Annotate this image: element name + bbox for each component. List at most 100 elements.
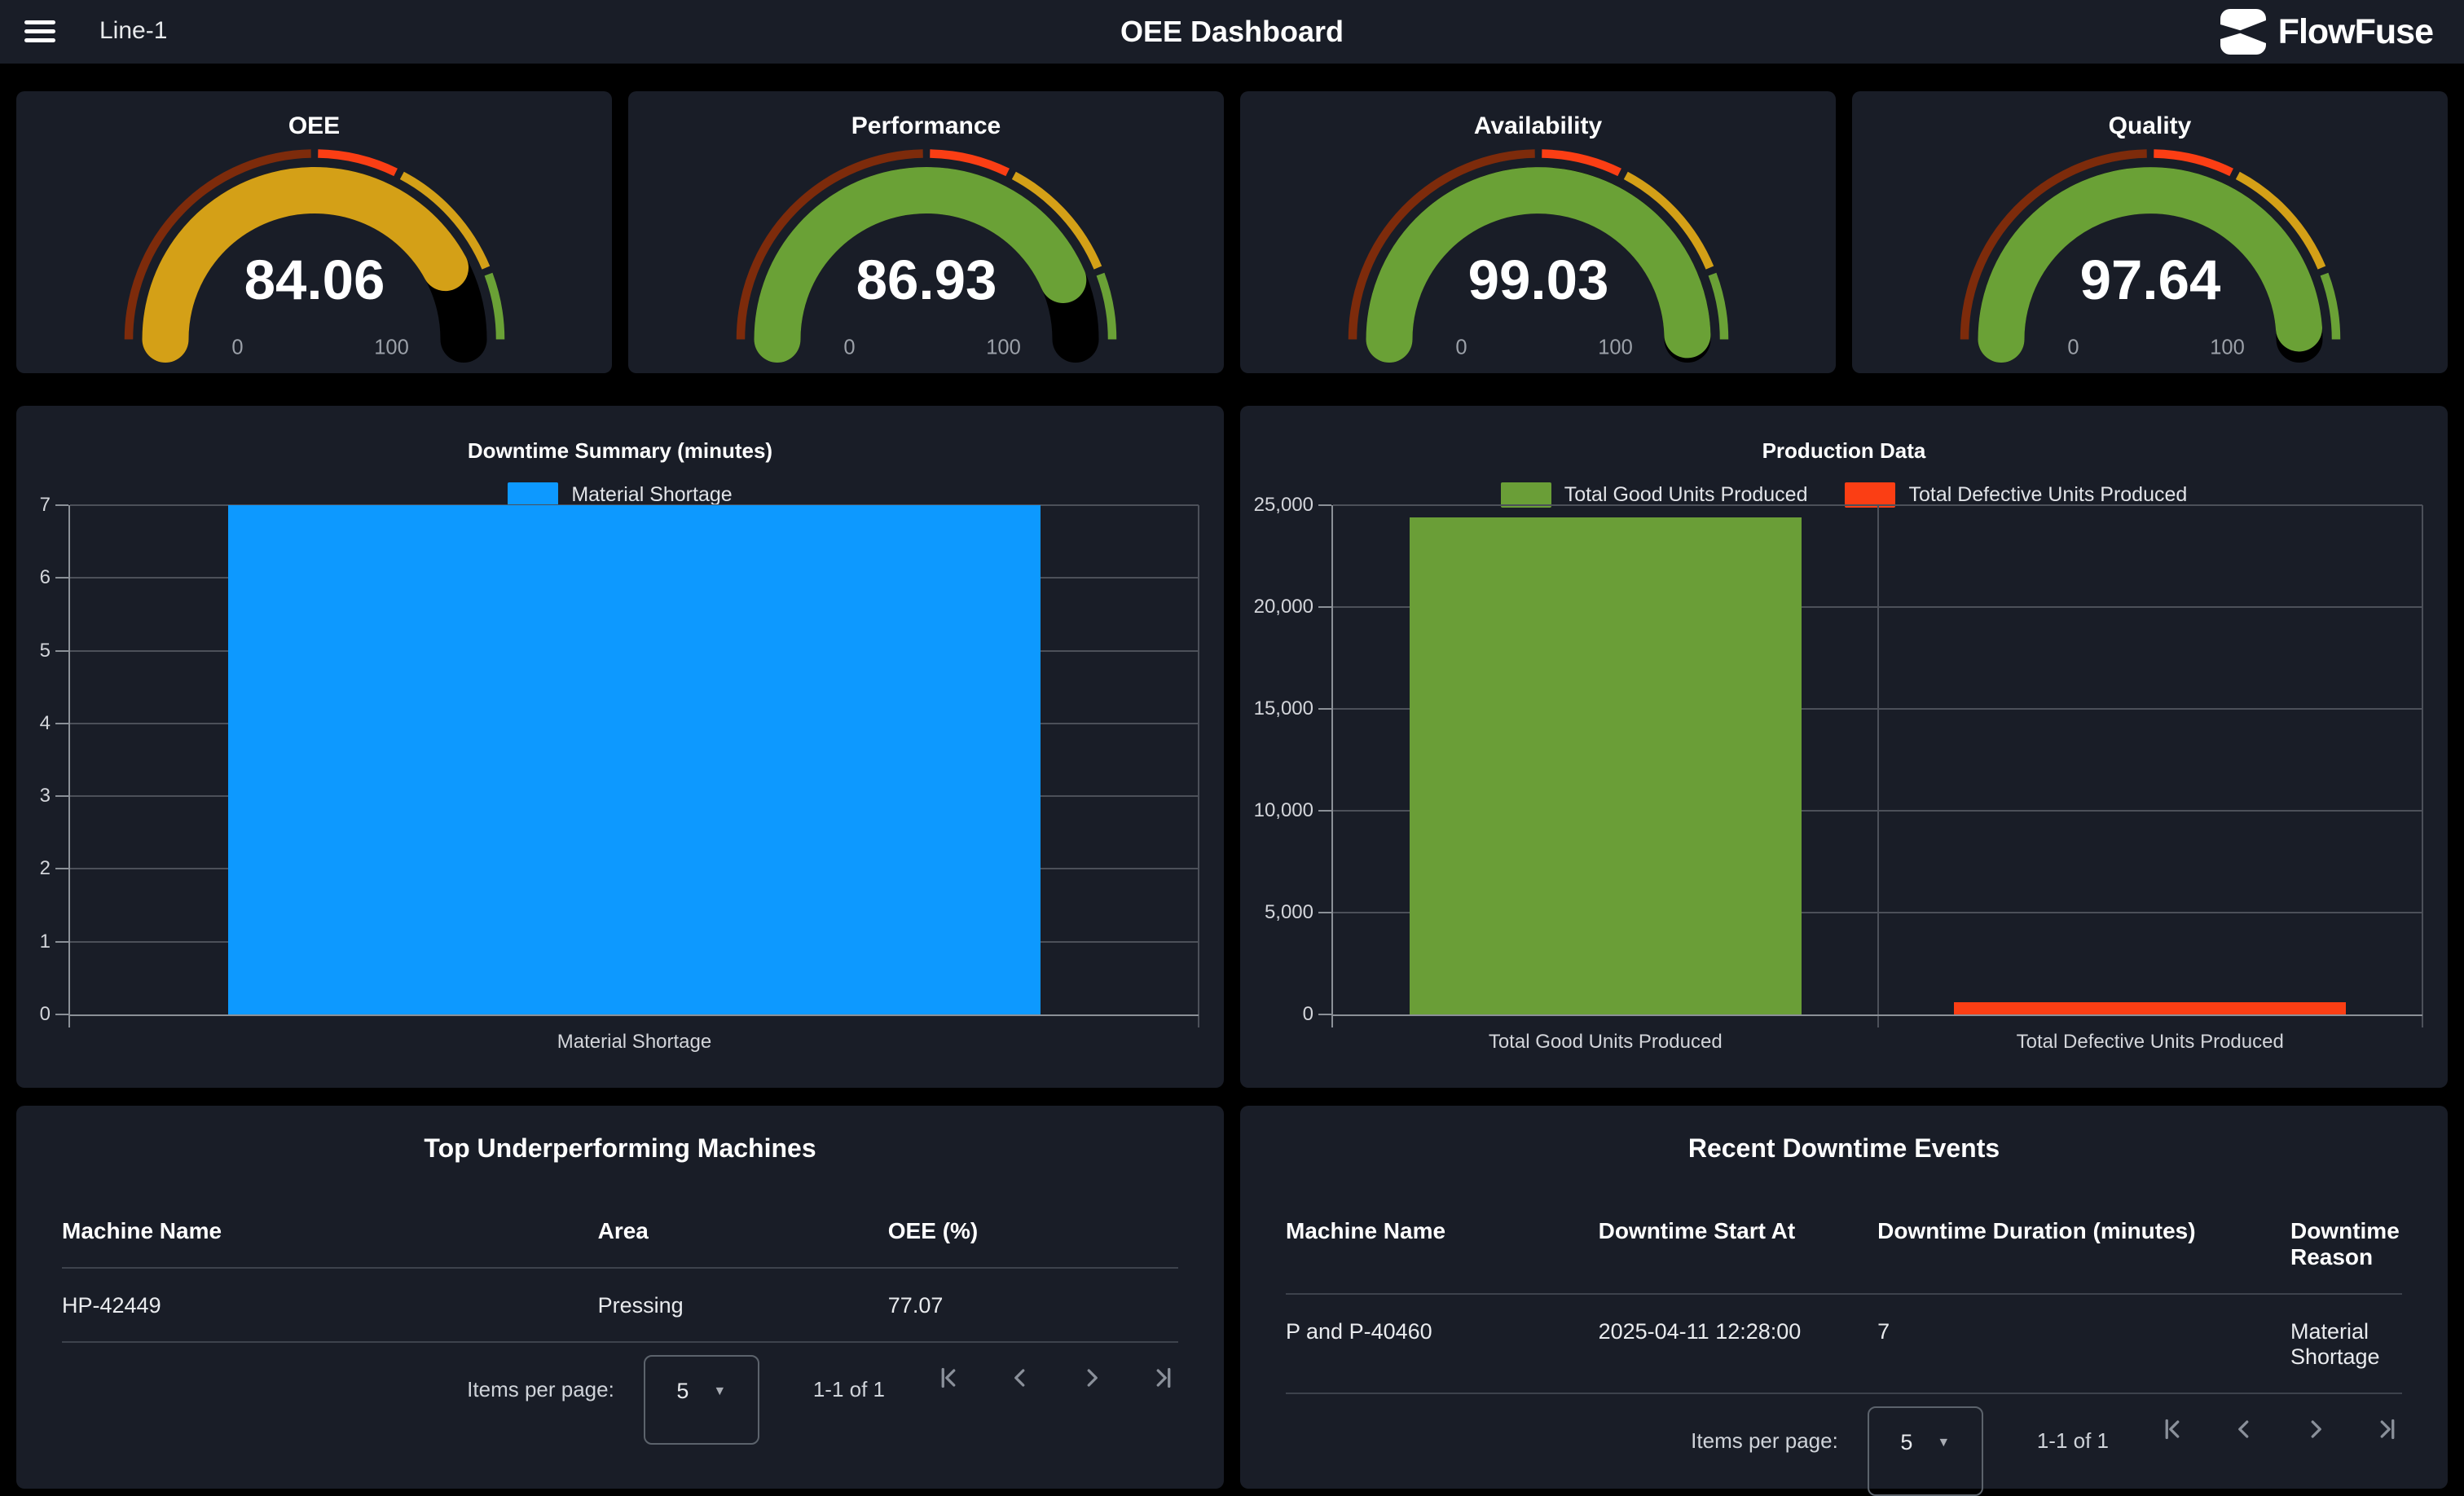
table-pagination: Items per page:5▼1-1 of 1 bbox=[1286, 1394, 2402, 1496]
y-tick bbox=[55, 795, 68, 797]
bar-total-defective-units-produced bbox=[1954, 1002, 2346, 1014]
table-header-row: Machine NameDowntime Start AtDowntime Du… bbox=[1286, 1218, 2402, 1270]
y-tick-label: 5 bbox=[40, 640, 51, 662]
y-tick-label: 3 bbox=[40, 785, 51, 807]
context-label: Line-1 bbox=[99, 17, 167, 45]
y-tick-label: 0 bbox=[1303, 1003, 1313, 1026]
x-category-label: Total Good Units Produced bbox=[1489, 1031, 1723, 1054]
y-tick-label: 10,000 bbox=[1254, 799, 1313, 822]
last-page-icon[interactable] bbox=[1149, 1363, 1178, 1393]
items-per-page-select[interactable]: 5▼ bbox=[1868, 1406, 1983, 1496]
gauge-max-label: 100 bbox=[986, 337, 1021, 359]
table-cell: Pressing bbox=[598, 1293, 888, 1318]
y-tick bbox=[55, 577, 68, 579]
menu-icon[interactable] bbox=[24, 20, 55, 45]
bar-material-shortage bbox=[228, 505, 1041, 1014]
y-tick-label: 1 bbox=[40, 931, 51, 953]
y-tick bbox=[55, 868, 68, 869]
table-row: HP-42449Pressing77.07 bbox=[62, 1293, 1178, 1318]
table-cell: 7 bbox=[1877, 1319, 2290, 1370]
category-divider bbox=[2422, 505, 2423, 1027]
items-per-page-value: 5 bbox=[1900, 1430, 1912, 1455]
table-row: P and P-404602025-04-11 12:28:007Materia… bbox=[1286, 1319, 2402, 1370]
flowfuse-icon bbox=[2220, 9, 2266, 55]
performance-gauge: 86.93 0 100 bbox=[706, 113, 1146, 370]
y-tick bbox=[55, 650, 68, 652]
y-tick-label: 25,000 bbox=[1254, 494, 1313, 517]
pagination-icons bbox=[2158, 1415, 2402, 1444]
pagination-icons bbox=[934, 1363, 1178, 1393]
pagination-range: 1-1 of 1 bbox=[813, 1377, 885, 1402]
y-tick bbox=[1318, 504, 1331, 506]
x-category-label: Material Shortage bbox=[557, 1031, 711, 1054]
table-cell: 77.07 bbox=[888, 1293, 1178, 1318]
y-tick bbox=[55, 504, 68, 506]
y-axis-line bbox=[68, 505, 70, 1027]
items-per-page-value: 5 bbox=[676, 1379, 689, 1404]
gauge-zone-arc bbox=[1100, 275, 1111, 340]
y-tick-label: 2 bbox=[40, 857, 51, 880]
y-tick bbox=[1318, 810, 1331, 812]
y-tick-label: 7 bbox=[40, 494, 51, 517]
gauge-value: 86.93 bbox=[856, 249, 997, 311]
gauge-value: 84.06 bbox=[244, 249, 385, 311]
category-divider bbox=[1198, 505, 1199, 1027]
legend-label: Total Defective Units Produced bbox=[1908, 483, 2187, 507]
table-divider bbox=[62, 1267, 1178, 1269]
y-tick-label: 6 bbox=[40, 566, 51, 589]
table-card-top-underperforming-machines: Top Underperforming MachinesMachine Name… bbox=[16, 1106, 1224, 1489]
table-cell: P and P-40460 bbox=[1286, 1319, 1599, 1370]
gauge-card-availability: Availability99.030100 bbox=[1240, 91, 1836, 373]
column-header: Downtime Duration (minutes) bbox=[1877, 1218, 2290, 1270]
gauge-min-label: 0 bbox=[231, 337, 243, 359]
gauge-card-quality: Quality97.640100 bbox=[1852, 91, 2448, 373]
next-page-icon[interactable] bbox=[1077, 1363, 1107, 1393]
gauge-min-label: 0 bbox=[843, 337, 855, 359]
legend-label: Total Good Units Produced bbox=[1564, 483, 1808, 507]
column-header: Machine Name bbox=[1286, 1218, 1599, 1270]
gauge-max-label: 100 bbox=[2210, 337, 2245, 359]
next-page-icon[interactable] bbox=[2301, 1415, 2330, 1444]
gauge-card-performance: Performance86.930100 bbox=[628, 91, 1224, 373]
chart-plot-area: 05,00010,00015,00020,00025,000Total Good… bbox=[1333, 505, 2422, 1014]
previous-page-icon[interactable] bbox=[1005, 1363, 1035, 1393]
page-title: OEE Dashboard bbox=[1120, 15, 1344, 49]
y-tick-label: 4 bbox=[40, 712, 51, 735]
gauge-min-label: 0 bbox=[2067, 337, 2079, 359]
table-card-recent-downtime-events: Recent Downtime EventsMachine NameDownti… bbox=[1240, 1106, 2448, 1489]
flowfuse-logo: FlowFuse bbox=[2220, 9, 2433, 55]
gauge-zone-arc bbox=[488, 275, 499, 340]
chevron-down-icon: ▼ bbox=[713, 1384, 726, 1399]
column-header: OEE (%) bbox=[888, 1218, 1178, 1244]
y-tick bbox=[55, 723, 68, 724]
legend-label: Material Shortage bbox=[571, 483, 732, 507]
availability-gauge: 99.030100 bbox=[1318, 113, 1758, 370]
gauge-max-label: 100 bbox=[374, 337, 409, 359]
column-header: Machine Name bbox=[62, 1218, 598, 1244]
last-page-icon[interactable] bbox=[2373, 1415, 2402, 1444]
chevron-down-icon: ▼ bbox=[1937, 1436, 1950, 1450]
items-per-page-label: Items per page: bbox=[467, 1377, 614, 1402]
gauge-max-label: 100 bbox=[1598, 337, 1633, 359]
x-axis-line bbox=[70, 1014, 1199, 1016]
chart-row: Downtime Summary (minutes) Material Short… bbox=[16, 406, 2448, 1088]
brand-name: FlowFuse bbox=[2278, 12, 2433, 52]
table-cell: HP-42449 bbox=[62, 1293, 598, 1318]
first-page-icon[interactable] bbox=[2158, 1415, 2187, 1444]
gauge-card-oee: OEE84.060100 bbox=[16, 91, 612, 373]
x-category-label: Total Defective Units Produced bbox=[2017, 1031, 2284, 1054]
table-header-row: Machine NameAreaOEE (%) bbox=[62, 1218, 1178, 1244]
table-title: Recent Downtime Events bbox=[1286, 1106, 2402, 1166]
table-cell: 2025-04-11 12:28:00 bbox=[1599, 1319, 1878, 1370]
first-page-icon[interactable] bbox=[934, 1363, 963, 1393]
items-per-page-select[interactable]: 5▼ bbox=[644, 1355, 759, 1445]
y-tick-label: 20,000 bbox=[1254, 596, 1313, 618]
chart-title: Downtime Summary (minutes) bbox=[16, 438, 1224, 464]
previous-page-icon[interactable] bbox=[2229, 1415, 2259, 1444]
chart-card-downtime-summary-minutes-: Downtime Summary (minutes) Material Short… bbox=[16, 406, 1224, 1088]
y-tick bbox=[1318, 708, 1331, 710]
y-tick bbox=[1318, 912, 1331, 913]
chart-plot-area: 01234567Material Shortage bbox=[70, 505, 1199, 1014]
items-per-page-label: Items per page: bbox=[1691, 1428, 1838, 1454]
table-cell: Material Shortage bbox=[2290, 1319, 2402, 1370]
